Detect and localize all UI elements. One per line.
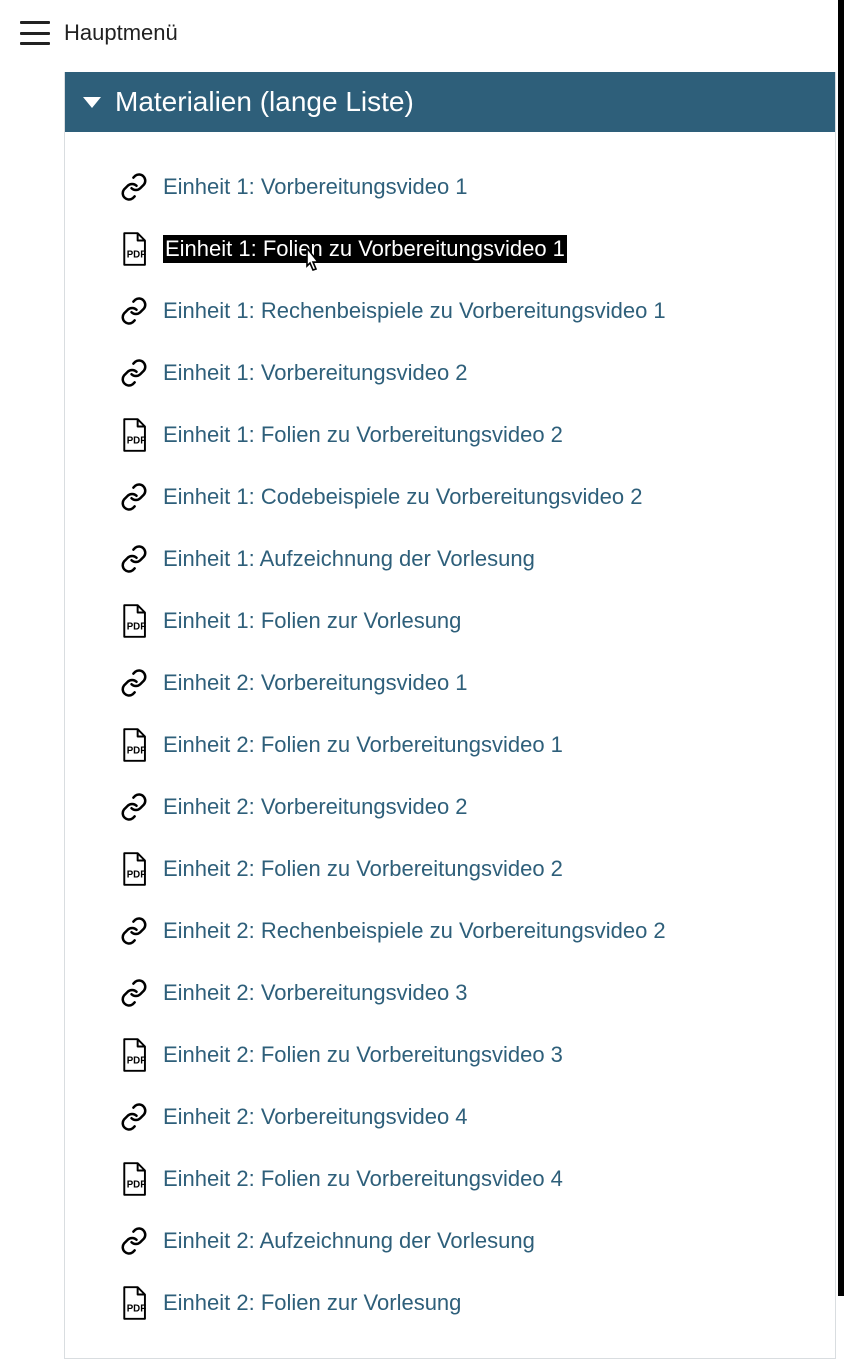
pdf-icon: PDF <box>117 604 151 638</box>
pdf-icon: PDF <box>117 852 151 886</box>
list-item[interactable]: PDF Einheit 2: Folien zu Vorbereitungsvi… <box>117 1148 835 1210</box>
list-item-label: Einheit 2: Vorbereitungsvideo 4 <box>163 1104 468 1130</box>
main-menu-label[interactable]: Hauptmenü <box>64 20 178 46</box>
link-icon <box>117 790 151 824</box>
list-item-label: Einheit 2: Vorbereitungsvideo 3 <box>163 980 468 1006</box>
svg-text:PDF: PDF <box>127 250 146 261</box>
list-item[interactable]: PDF Einheit 1: Folien zu Vorbereitungsvi… <box>117 404 835 466</box>
pdf-icon: PDF <box>117 1286 151 1320</box>
svg-text:PDF: PDF <box>127 746 146 757</box>
pdf-icon: PDF <box>117 1038 151 1072</box>
list-item-label: Einheit 2: Folien zur Vorlesung <box>163 1290 461 1316</box>
list-item-label: Einheit 1: Codebeispiele zu Vorbereitung… <box>163 484 642 510</box>
materials-list: Einheit 1: Vorbereitungsvideo 1 PDF Einh… <box>65 132 835 1358</box>
materials-panel: Materialien (lange Liste) Einheit 1: Vor… <box>64 72 836 1359</box>
list-item-label: Einheit 2: Folien zu Vorbereitungsvideo … <box>163 1166 563 1192</box>
link-icon <box>117 480 151 514</box>
svg-text:PDF: PDF <box>127 1180 146 1191</box>
svg-text:PDF: PDF <box>127 622 146 633</box>
pdf-icon: PDF <box>117 418 151 452</box>
link-icon <box>117 976 151 1010</box>
link-icon <box>117 170 151 204</box>
svg-text:PDF: PDF <box>127 436 146 447</box>
list-item[interactable]: PDF Einheit 2: Folien zur Vorlesung <box>117 1272 835 1334</box>
panel-title: Materialien (lange Liste) <box>115 86 414 118</box>
list-item-label: Einheit 1: Folien zu Vorbereitungsvideo … <box>163 422 563 448</box>
list-item-label: Einheit 1: Vorbereitungsvideo 2 <box>163 360 468 386</box>
list-item[interactable]: PDF Einheit 2: Folien zu Vorbereitungsvi… <box>117 838 835 900</box>
collapse-icon <box>83 97 101 108</box>
list-item[interactable]: Einheit 2: Vorbereitungsvideo 3 <box>117 962 835 1024</box>
list-item[interactable]: Einheit 2: Vorbereitungsvideo 1 <box>117 652 835 714</box>
list-item[interactable]: PDF Einheit 1: Folien zu Vorbereitungsvi… <box>117 218 835 280</box>
list-item[interactable]: PDF Einheit 2: Folien zu Vorbereitungsvi… <box>117 1024 835 1086</box>
list-item-label: Einheit 1: Vorbereitungsvideo 1 <box>163 174 468 200</box>
list-item[interactable]: Einheit 1: Codebeispiele zu Vorbereitung… <box>117 466 835 528</box>
list-item-label: Einheit 2: Folien zu Vorbereitungsvideo … <box>163 856 563 882</box>
list-item-label: Einheit 1: Rechenbeispiele zu Vorbereitu… <box>163 298 666 324</box>
pdf-icon: PDF <box>117 1162 151 1196</box>
list-item[interactable]: PDF Einheit 2: Folien zu Vorbereitungsvi… <box>117 714 835 776</box>
svg-text:PDF: PDF <box>127 870 146 881</box>
list-item-label: Einheit 2: Folien zu Vorbereitungsvideo … <box>163 732 563 758</box>
link-icon <box>117 542 151 576</box>
top-bar: Hauptmenü <box>0 0 838 58</box>
list-item[interactable]: Einheit 1: Aufzeichnung der Vorlesung <box>117 528 835 590</box>
hamburger-icon[interactable] <box>20 21 50 45</box>
list-item[interactable]: Einheit 1: Rechenbeispiele zu Vorbereitu… <box>117 280 835 342</box>
svg-text:PDF: PDF <box>127 1304 146 1315</box>
list-item[interactable]: Einheit 2: Vorbereitungsvideo 2 <box>117 776 835 838</box>
list-item-label: Einheit 2: Aufzeichnung der Vorlesung <box>163 1228 535 1254</box>
list-item[interactable]: Einheit 2: Rechenbeispiele zu Vorbereitu… <box>117 900 835 962</box>
link-icon <box>117 1100 151 1134</box>
link-icon <box>117 356 151 390</box>
list-item-label: Einheit 2: Folien zu Vorbereitungsvideo … <box>163 1042 563 1068</box>
panel-header[interactable]: Materialien (lange Liste) <box>65 72 835 132</box>
list-item-label: Einheit 2: Vorbereitungsvideo 2 <box>163 794 468 820</box>
list-item-label: Einheit 2: Vorbereitungsvideo 1 <box>163 670 468 696</box>
list-item[interactable]: Einheit 2: Aufzeichnung der Vorlesung <box>117 1210 835 1272</box>
pdf-icon: PDF <box>117 728 151 762</box>
list-item-label: Einheit 2: Rechenbeispiele zu Vorbereitu… <box>163 918 666 944</box>
list-item-label: Einheit 1: Aufzeichnung der Vorlesung <box>163 546 535 572</box>
pdf-icon: PDF <box>117 232 151 266</box>
svg-text:PDF: PDF <box>127 1056 146 1067</box>
list-item[interactable]: Einheit 1: Vorbereitungsvideo 2 <box>117 342 835 404</box>
list-item-label: Einheit 1: Folien zu Vorbereitungsvideo … <box>163 235 567 263</box>
list-item[interactable]: PDF Einheit 1: Folien zur Vorlesung <box>117 590 835 652</box>
link-icon <box>117 914 151 948</box>
link-icon <box>117 666 151 700</box>
link-icon <box>117 1224 151 1258</box>
link-icon <box>117 294 151 328</box>
list-item[interactable]: Einheit 2: Vorbereitungsvideo 4 <box>117 1086 835 1148</box>
list-item[interactable]: Einheit 1: Vorbereitungsvideo 1 <box>117 156 835 218</box>
list-item-label: Einheit 1: Folien zur Vorlesung <box>163 608 461 634</box>
